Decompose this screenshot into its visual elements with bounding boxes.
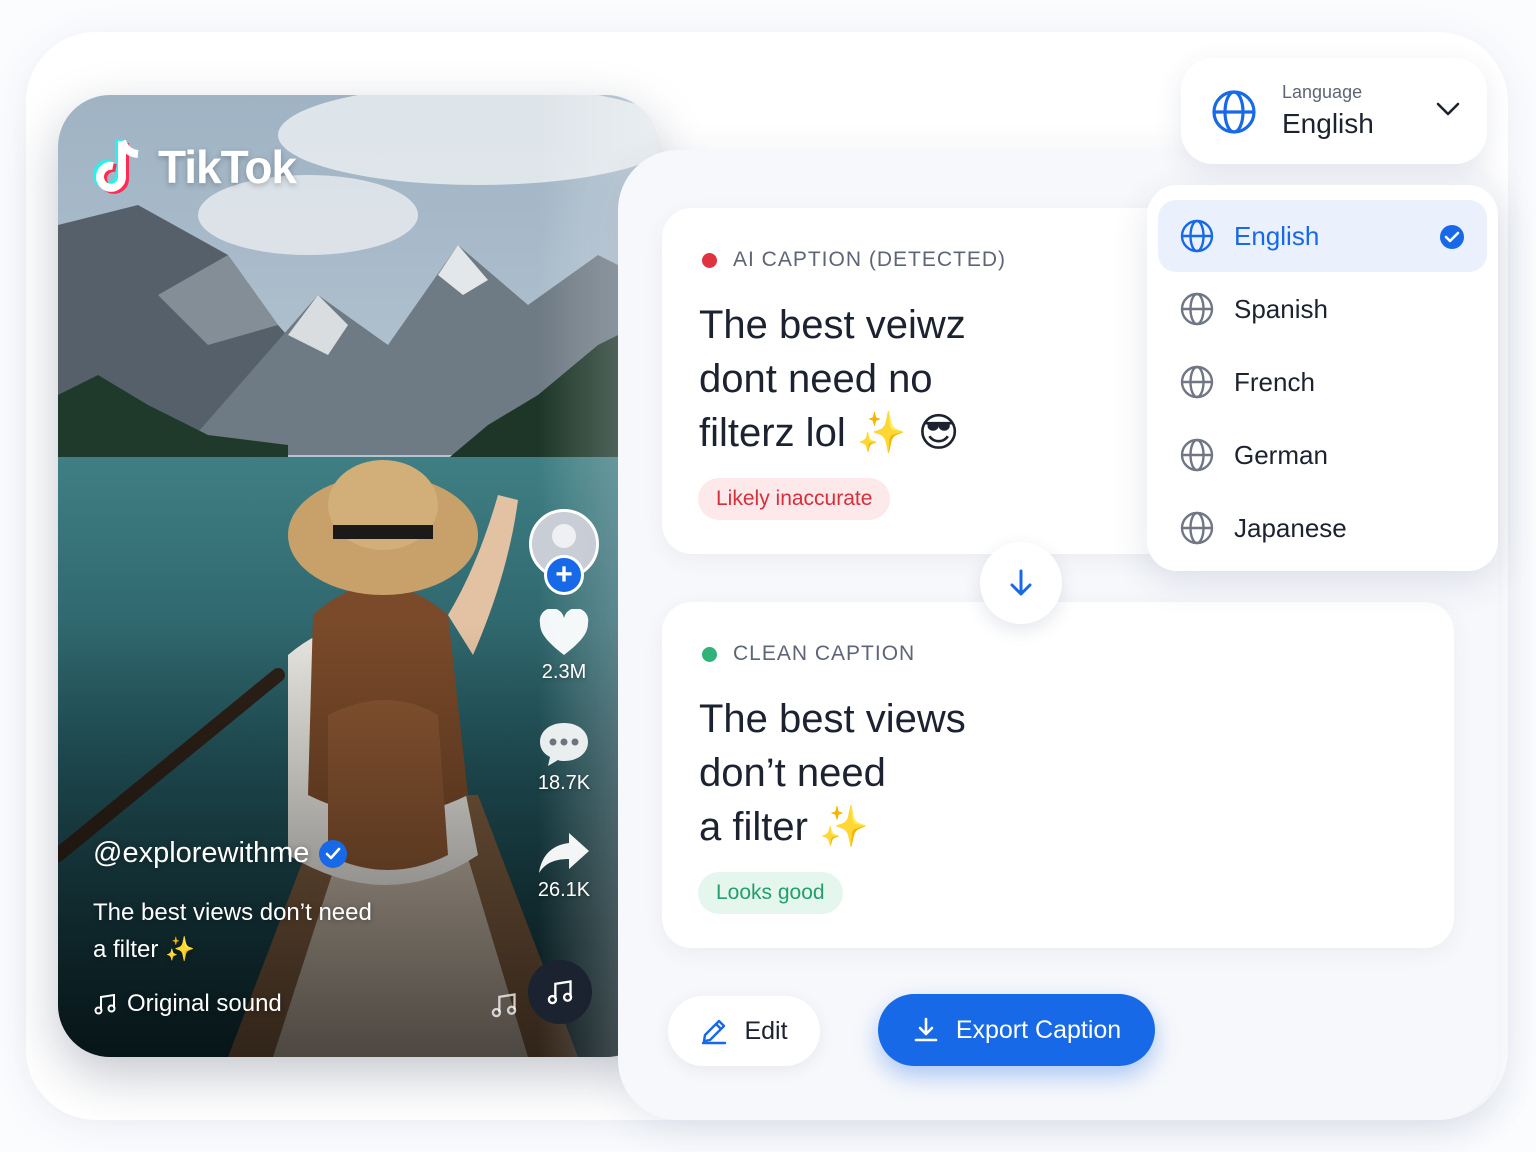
convert-arrow	[980, 542, 1062, 624]
export-label: Export Caption	[955, 1015, 1122, 1044]
looks-good-badge: Looks good	[698, 872, 843, 914]
music-disc-icon	[547, 980, 573, 1005]
share-icon[interactable]	[537, 831, 591, 875]
comment-action[interactable]: 18.7K	[538, 720, 590, 795]
language-option-german[interactable]: German	[1158, 419, 1487, 491]
language-option-label: Japanese	[1234, 512, 1347, 543]
inaccurate-badge: Likely inaccurate	[698, 478, 891, 520]
comment-count: 18.7K	[537, 772, 591, 794]
heart-icon[interactable]	[538, 609, 590, 657]
clean-caption-heading: CLEAN CAPTION	[733, 642, 916, 665]
ai-caption-card: AI CAPTION (DETECTED) The best veiwz don…	[662, 208, 1202, 554]
globe-icon	[1180, 511, 1214, 545]
status-dot-red	[702, 252, 717, 268]
video-action-rail: + 2.3M 18.7K 26.1K	[524, 509, 604, 902]
ai-caption-header: AI CAPTION (DETECTED)	[702, 248, 1006, 272]
sound-link[interactable]: Original sound	[93, 990, 493, 1018]
sound-disc[interactable]	[528, 960, 592, 1024]
tiktok-wordmark: TikTok	[158, 141, 297, 193]
chevron-down-icon[interactable]	[1435, 100, 1461, 118]
tiktok-video-preview[interactable]: TikTok + 2.3M 18.7K 26.1K @explorewithme…	[58, 95, 658, 1057]
follow-button[interactable]: +	[544, 555, 584, 595]
clean-caption-line: don’t need	[699, 751, 886, 795]
language-option-label: French	[1234, 366, 1315, 397]
floating-music-note-icon	[491, 993, 517, 1018]
status-dot-green	[702, 646, 717, 662]
check-circle-icon	[1440, 225, 1464, 249]
share-count: 26.1K	[537, 879, 591, 901]
language-option-japanese[interactable]: Japanese	[1158, 492, 1487, 564]
clean-caption-line: a filter ✨	[699, 805, 869, 849]
language-option-spanish[interactable]: Spanish	[1158, 273, 1487, 345]
like-action[interactable]: 2.3M	[538, 609, 590, 684]
clean-caption-text: The best views don’t need a filter ✨	[699, 692, 1139, 854]
clean-caption-header: CLEAN CAPTION	[702, 642, 915, 666]
like-count: 2.3M	[541, 661, 587, 683]
language-option-label: German	[1234, 439, 1328, 470]
arrow-down-icon	[1010, 569, 1032, 596]
music-note-icon	[94, 993, 116, 1015]
pencil-icon	[702, 1019, 727, 1045]
tiktok-note-icon	[93, 139, 139, 194]
creator-avatar-group[interactable]: +	[529, 509, 599, 595]
language-option-label: English	[1234, 220, 1320, 251]
ai-caption-line: filterz lol ✨ 😎	[699, 411, 960, 455]
username-text[interactable]: @explorewithme	[93, 837, 309, 870]
ai-caption-heading: AI CAPTION (DETECTED)	[733, 248, 1007, 271]
ai-caption-text: The best veiwz dont need no filterz lol …	[699, 298, 1139, 460]
language-option-english[interactable]: English	[1158, 200, 1487, 272]
verified-badge-icon	[319, 839, 348, 868]
edit-button[interactable]: Edit	[668, 996, 820, 1066]
video-info: @explorewithme The best views don’t need…	[93, 837, 493, 1018]
globe-icon	[1180, 438, 1214, 472]
language-value: English	[1282, 108, 1374, 139]
globe-icon	[1180, 292, 1214, 326]
language-select[interactable]: Language English	[1181, 58, 1487, 164]
edit-label: Edit	[744, 1016, 788, 1045]
language-label: Language	[1282, 82, 1363, 102]
language-menu: English Spanish French German Japanese	[1147, 185, 1498, 571]
clean-caption-card: CLEAN CAPTION The best views don’t need …	[662, 602, 1454, 948]
sound-name[interactable]: Original sound	[127, 990, 282, 1018]
creator-username[interactable]: @explorewithme	[93, 837, 493, 870]
globe-icon	[1180, 365, 1214, 399]
globe-icon	[1180, 219, 1214, 253]
export-caption-button[interactable]: Export Caption	[878, 994, 1155, 1066]
tiktok-logo: TikTok	[92, 137, 297, 197]
globe-icon	[1212, 90, 1256, 134]
download-icon	[914, 1017, 938, 1042]
language-option-french[interactable]: French	[1158, 346, 1487, 418]
ai-caption-line: The best veiwz	[699, 303, 966, 347]
language-option-label: Spanish	[1234, 293, 1328, 324]
ai-caption-line: dont need no	[699, 357, 933, 401]
clean-caption-line: The best views	[699, 697, 966, 741]
comment-icon[interactable]	[538, 720, 590, 768]
video-caption: The best views don’t need a filter ✨	[93, 899, 372, 963]
share-action[interactable]: 26.1K	[537, 831, 591, 902]
